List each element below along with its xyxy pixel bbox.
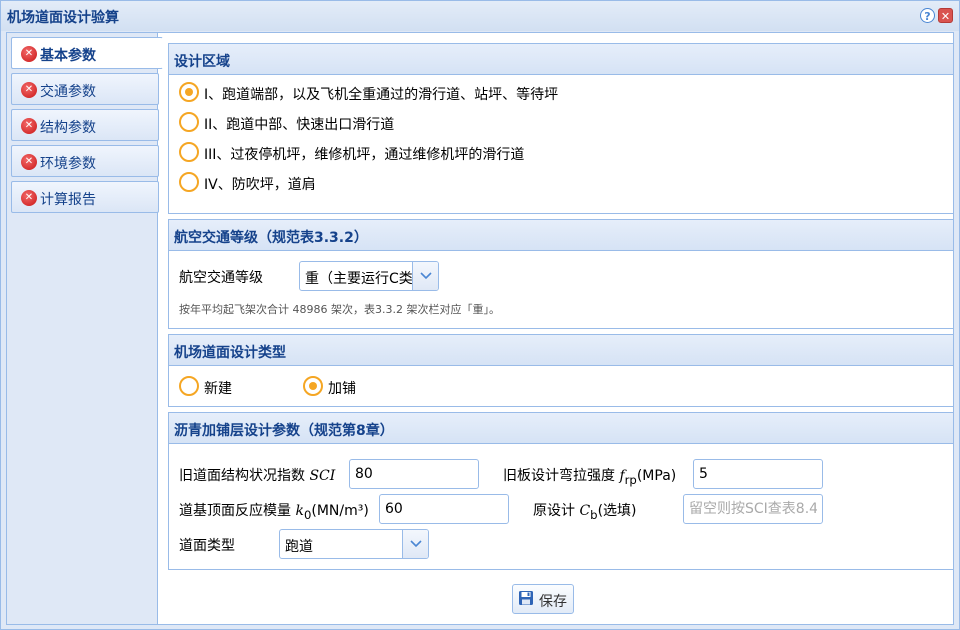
design-area-option-1[interactable]: I、跑道端部，以及飞机全重通过的滑行道、站坪、等待坪: [179, 82, 779, 104]
error-icon: ✕: [21, 190, 37, 206]
radio-label: IV、防吹坪，道肩: [204, 177, 316, 193]
sidebar-item-traffic-params[interactable]: ✕ 交通参数: [11, 73, 159, 105]
k0-label: 道基顶面反应模量 k0(MN/m³): [179, 503, 369, 522]
design-area-panel: 设计区域 I、跑道端部，以及飞机全重通过的滑行道、站坪、等待坪 II、跑道中部、…: [168, 43, 954, 214]
frp-input[interactable]: [693, 459, 823, 489]
sidebar-item-environment-params[interactable]: ✕ 环境参数: [11, 145, 159, 177]
radio-label: I、跑道端部，以及飞机全重通过的滑行道、站坪、等待坪: [204, 87, 559, 103]
error-icon: ✕: [21, 82, 37, 98]
sci-label: 旧道面结构状况指数 SCI: [179, 468, 336, 484]
close-icon[interactable]: ✕: [938, 8, 953, 23]
overlay-params-panel: 沥青加铺层设计参数（规范第8章） 旧道面结构状况指数 SCI 旧板设计弯拉强度 …: [168, 412, 954, 570]
radio-button[interactable]: [179, 172, 199, 192]
radio-button[interactable]: [303, 376, 323, 396]
sidebar: ✕ 基本参数 ✕ 交通参数 ✕ 结构参数 ✕ 环境参数 ✕ 计算报告: [7, 33, 163, 624]
design-area-option-2[interactable]: II、跑道中部、快速出口滑行道: [179, 112, 779, 134]
panel-title: 设计区域: [169, 44, 953, 75]
radio-label: 新建: [204, 381, 232, 397]
design-area-option-3[interactable]: III、过夜停机坪，维修机坪，通过维修机坪的滑行道: [179, 142, 779, 164]
sidebar-item-label: 交通参数: [40, 84, 96, 100]
sci-input[interactable]: [349, 459, 479, 489]
surface-type-label: 道面类型: [179, 538, 235, 554]
error-icon: ✕: [21, 46, 37, 62]
design-type-new[interactable]: 新建: [179, 376, 259, 398]
floppy-disk-icon: [518, 590, 534, 610]
sidebar-item-label: 环境参数: [40, 156, 96, 172]
k0-input[interactable]: [379, 494, 509, 524]
error-icon: ✕: [21, 118, 37, 134]
traffic-level-panel: 航空交通等级（规范表3.3.2） 航空交通等级 重（主要运行C类 按年平均起飞架…: [168, 219, 954, 329]
save-button[interactable]: 保存: [512, 584, 574, 614]
panel-title: 沥青加铺层设计参数（规范第8章）: [169, 413, 953, 444]
design-type-panel: 机场道面设计类型 新建 加铺: [168, 334, 954, 407]
error-icon: ✕: [21, 154, 37, 170]
window-title: 机场道面设计验算: [7, 10, 119, 26]
select-value: 跑道: [285, 539, 313, 555]
select-value: 重（主要运行C类: [305, 271, 413, 287]
radio-label: II、跑道中部、快速出口滑行道: [204, 117, 395, 133]
sidebar-item-basic-params[interactable]: ✕ 基本参数: [11, 37, 163, 69]
panel-title: 航空交通等级（规范表3.3.2）: [169, 220, 953, 251]
traffic-level-note: 按年平均起飞架次合计 48986 架次，表3.3.2 架次栏对应「重」。: [179, 303, 500, 316]
sidebar-item-label: 结构参数: [40, 120, 96, 136]
surface-type-select[interactable]: 跑道: [279, 529, 429, 559]
sidebar-item-report[interactable]: ✕ 计算报告: [11, 181, 159, 213]
design-type-overlay[interactable]: 加铺: [303, 376, 383, 398]
frp-label: 旧板设计弯拉强度 frp(MPa): [503, 468, 677, 487]
sidebar-item-label: 基本参数: [40, 48, 96, 64]
content-area: 设计区域 I、跑道端部，以及飞机全重通过的滑行道、站坪、等待坪 II、跑道中部、…: [168, 33, 954, 624]
cb-input[interactable]: [683, 494, 823, 524]
sidebar-item-label: 计算报告: [40, 192, 96, 208]
design-area-option-4[interactable]: IV、防吹坪，道肩: [179, 172, 779, 194]
radio-button[interactable]: [179, 142, 199, 162]
radio-label: 加铺: [328, 381, 356, 397]
save-button-label: 保存: [539, 594, 567, 610]
radio-button[interactable]: [179, 376, 199, 396]
help-icon[interactable]: ?: [920, 8, 935, 23]
traffic-level-select[interactable]: 重（主要运行C类: [299, 261, 439, 291]
radio-label: III、过夜停机坪，维修机坪，通过维修机坪的滑行道: [204, 147, 525, 163]
chevron-down-icon[interactable]: [402, 530, 428, 558]
panel-title: 机场道面设计类型: [169, 335, 953, 366]
title-bar: 机场道面设计验算 ? ✕: [1, 1, 959, 31]
radio-button[interactable]: [179, 82, 199, 102]
traffic-level-label: 航空交通等级: [179, 270, 263, 286]
main-container: ✕ 基本参数 ✕ 交通参数 ✕ 结构参数 ✕ 环境参数 ✕ 计算报告 设计区域 …: [6, 32, 954, 625]
cb-label: 原设计 Cb(选填): [533, 503, 637, 522]
app-window: 机场道面设计验算 ? ✕ ✕ 基本参数 ✕ 交通参数 ✕ 结构参数 ✕ 环境参数: [0, 0, 960, 630]
radio-button[interactable]: [179, 112, 199, 132]
chevron-down-icon[interactable]: [412, 262, 438, 290]
sidebar-item-structure-params[interactable]: ✕ 结构参数: [11, 109, 159, 141]
